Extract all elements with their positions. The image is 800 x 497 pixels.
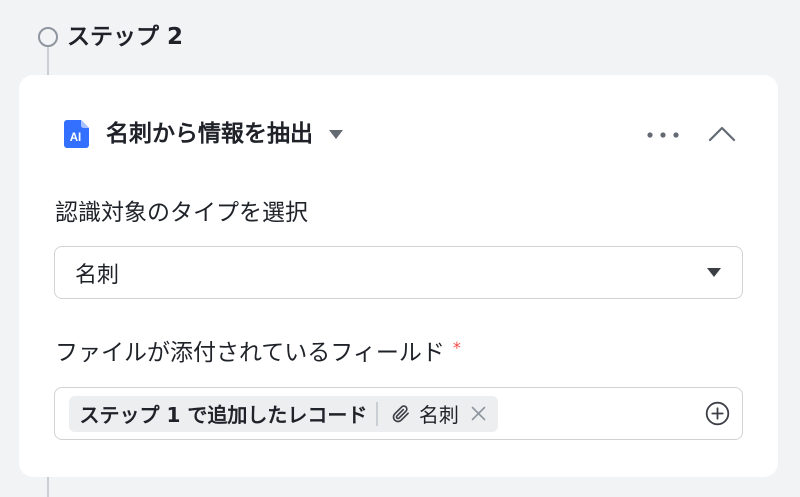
ai-document-icon: AI	[64, 120, 89, 148]
token-field-label: 名刺	[418, 403, 459, 427]
token-source-label: ステップ 1 で追加したレコード	[79, 403, 368, 427]
close-icon[interactable]	[470, 405, 487, 422]
step-status-icon	[38, 27, 58, 47]
attachment-field-label-text: ファイルが添付されているフィールド	[55, 340, 445, 366]
token-divider	[376, 401, 378, 426]
step-title: ステップ 2	[67, 24, 184, 50]
field-reference-token[interactable]: ステップ 1 で追加したレコード 名刺	[68, 395, 498, 432]
chevron-up-icon	[708, 126, 736, 142]
more-horizontal-icon	[647, 132, 679, 138]
required-mark: *	[452, 338, 461, 357]
action-title: 名刺から情報を抽出	[106, 121, 313, 147]
collapse-button[interactable]	[706, 123, 738, 145]
plus-circle-icon[interactable]	[705, 401, 730, 426]
recognition-type-label: 認識対象のタイプを選択	[55, 200, 308, 226]
paperclip-icon	[392, 404, 409, 422]
attachment-field-input[interactable]: ステップ 1 で追加したレコード 名刺	[54, 387, 743, 440]
ai-icon-text: AI	[70, 132, 82, 144]
recognition-type-select[interactable]: 名刺	[54, 246, 743, 299]
attachment-field-label: ファイルが添付されているフィールド *	[55, 338, 461, 368]
caret-down-icon	[707, 268, 721, 277]
action-selector[interactable]: AI 名刺から情報を抽出	[64, 119, 343, 149]
caret-down-icon	[329, 129, 343, 139]
action-card: AI 名刺から情報を抽出 認識対象のタイプを選択 名刺 ファイルが添付されている…	[19, 75, 778, 477]
more-options-button[interactable]	[645, 127, 679, 143]
recognition-type-value: 名刺	[75, 262, 120, 288]
